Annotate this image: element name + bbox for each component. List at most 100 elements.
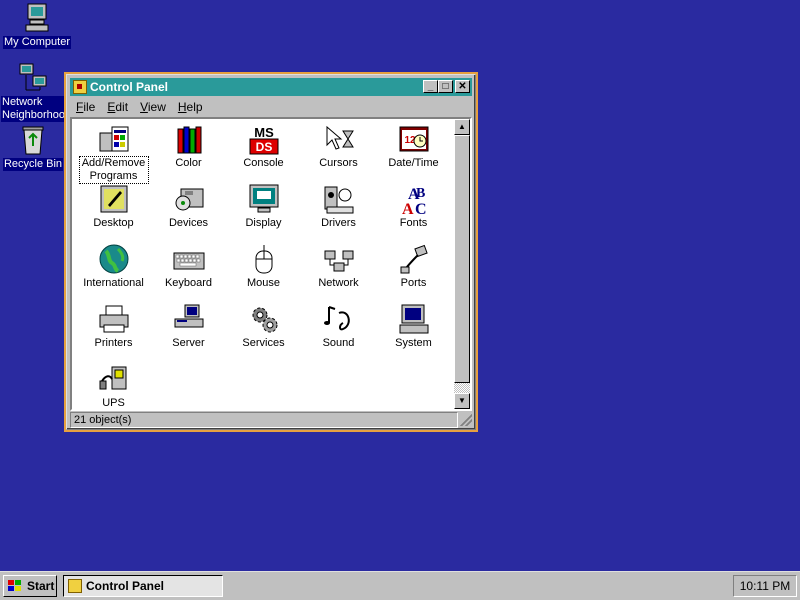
desktop-icon-network-neighborhood[interactable]: Network Neighborhood (1, 62, 65, 122)
item-label: Mouse (246, 277, 281, 289)
start-button[interactable]: Start (3, 575, 57, 597)
desktop-icon-label: Recycle Bin (2, 158, 64, 171)
devices-icon (173, 183, 205, 215)
server-icon (173, 303, 205, 335)
item-keyboard[interactable]: Keyboard (151, 241, 226, 290)
taskbar-button-label: Control Panel (86, 579, 165, 593)
item-printers[interactable]: Printers (76, 301, 151, 350)
maximize-button[interactable]: □ (438, 80, 453, 93)
item-label: System (395, 337, 432, 349)
window-title: Control Panel (90, 80, 169, 94)
item-cursors[interactable]: Cursors (301, 121, 376, 170)
keyboard-icon (173, 243, 205, 275)
gears-icon (248, 303, 280, 335)
control-panel-icon (68, 579, 82, 593)
item-label: Keyboard (164, 277, 213, 289)
desktop-icon-recycle-bin[interactable]: Recycle Bin (1, 124, 65, 171)
item-label: Server (172, 337, 205, 349)
windows-logo-icon (7, 579, 23, 593)
clock[interactable]: 10:11 PM (740, 579, 790, 593)
item-sound[interactable]: Sound (301, 301, 376, 350)
svg-text:MS: MS (254, 125, 274, 140)
desktop-icon-my-computer[interactable]: My Computer (1, 2, 73, 49)
item-label: International (83, 277, 144, 289)
recycle-bin-icon (16, 124, 50, 156)
minimize-button[interactable]: _ (423, 80, 438, 93)
control-panel-icon (73, 80, 87, 94)
scroll-up-button[interactable]: ▲ (454, 119, 470, 135)
mouse-icon (248, 243, 280, 275)
item-drivers[interactable]: Drivers (301, 181, 376, 230)
item-label: Cursors (319, 157, 358, 169)
taskbar-button-control-panel[interactable]: Control Panel (63, 575, 223, 597)
item-label: Sound (322, 337, 355, 349)
desktop-icon-label: Network Neighborhood (1, 96, 65, 122)
item-services[interactable]: Services (226, 301, 301, 350)
sound-icon (323, 303, 355, 335)
item-label: UPS (102, 397, 125, 409)
item-date-time[interactable]: 12 Date/Time (376, 121, 451, 170)
control-panel-window[interactable]: Control Panel _ □ ✕ File Edit View Help (64, 72, 478, 432)
resize-grip[interactable] (460, 414, 472, 426)
item-label: Services (242, 337, 285, 349)
display-icon (248, 183, 280, 215)
ports-icon (398, 243, 430, 275)
computer-icon (20, 2, 54, 34)
menu-view[interactable]: View (134, 100, 172, 114)
icon-pane: Add/Remove Programs Color MS DS Console … (70, 117, 472, 411)
item-server[interactable]: Server (151, 301, 226, 350)
scroll-down-button[interactable]: ▼ (454, 393, 470, 409)
svg-text:DS: DS (255, 140, 272, 154)
item-label: Drivers (321, 217, 356, 229)
start-label: Start (27, 579, 55, 593)
menu-edit[interactable]: Edit (101, 100, 134, 114)
item-ports[interactable]: Ports (376, 241, 451, 290)
fonts-icon: A B A C (398, 183, 430, 215)
item-fonts[interactable]: A B A C Fonts (376, 181, 451, 230)
item-label: Printers (94, 337, 133, 349)
item-devices[interactable]: Devices (151, 181, 226, 230)
menu-bar: File Edit View Help (70, 98, 472, 116)
scroll-thumb[interactable] (454, 135, 470, 383)
item-label: Color (175, 157, 202, 169)
cursors-icon (323, 123, 355, 155)
item-add-remove-programs[interactable]: Add/Remove Programs (76, 121, 151, 184)
system-icon (398, 303, 430, 335)
item-label: Desktop (93, 217, 134, 229)
system-tray: 10:11 PM (733, 575, 797, 597)
item-ups[interactable]: UPS (76, 361, 151, 410)
globe-icon (98, 243, 130, 275)
item-label: Display (245, 217, 282, 229)
item-desktop[interactable]: Desktop (76, 181, 151, 230)
item-label: Fonts (399, 217, 428, 229)
drivers-icon (323, 183, 355, 215)
item-system[interactable]: System (376, 301, 451, 350)
item-label: Ports (400, 277, 427, 289)
add-remove-programs-icon (98, 123, 130, 155)
network-icon (323, 243, 355, 275)
item-label: Console (243, 157, 284, 169)
svg-text:A: A (402, 201, 414, 215)
network-icon (16, 62, 50, 94)
status-text: 21 object(s) (74, 414, 132, 426)
printer-icon (98, 303, 130, 335)
item-console[interactable]: MS DS Console (226, 121, 301, 170)
item-label: Add/Remove Programs (78, 156, 149, 184)
item-network[interactable]: Network (301, 241, 376, 290)
item-label: Network (318, 277, 359, 289)
desktop-icon (98, 183, 130, 215)
menu-help[interactable]: Help (172, 100, 209, 114)
item-color[interactable]: Color (151, 121, 226, 170)
menu-file[interactable]: File (70, 100, 101, 114)
close-button[interactable]: ✕ (455, 80, 470, 93)
title-bar[interactable]: Control Panel _ □ ✕ (70, 78, 472, 96)
svg-text:C: C (415, 201, 427, 215)
vertical-scrollbar[interactable]: ▲ ▼ (454, 119, 470, 409)
ups-icon (98, 363, 130, 395)
item-mouse[interactable]: Mouse (226, 241, 301, 290)
item-display[interactable]: Display (226, 181, 301, 230)
item-label: Devices (168, 217, 209, 229)
item-international[interactable]: International (76, 241, 151, 290)
date-time-icon: 12 (398, 123, 430, 155)
console-icon: MS DS (248, 123, 280, 155)
